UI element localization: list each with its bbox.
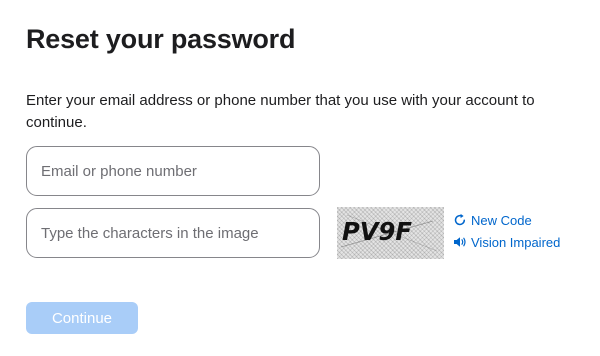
continue-button[interactable]: Continue (26, 302, 138, 334)
instructions-text: Enter your email address or phone number… (26, 92, 535, 131)
captcha-image: PV9F (337, 207, 444, 259)
vision-impaired-label: Vision Impaired (471, 234, 561, 250)
new-code-label: New Code (471, 212, 532, 228)
captcha-graphic: PV9F (340, 214, 438, 252)
page-title: Reset your password (26, 24, 296, 54)
captcha-input[interactable] (26, 208, 320, 258)
email-or-phone-input[interactable] (26, 146, 320, 196)
captcha-controls: New Code Vision Impaired (453, 210, 560, 254)
new-code-link[interactable]: New Code (453, 210, 560, 230)
speaker-icon (453, 235, 467, 249)
captcha-code-text: PV9F (342, 217, 412, 246)
vision-impaired-link[interactable]: Vision Impaired (453, 232, 560, 252)
refresh-icon (453, 213, 467, 227)
